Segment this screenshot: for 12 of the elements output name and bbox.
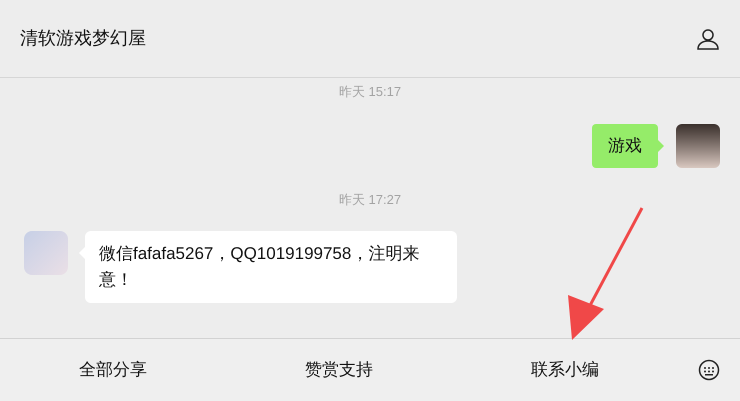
chat-title: 清软游戏梦幻屋: [20, 27, 146, 50]
person-icon[interactable]: [696, 26, 720, 50]
menu-button[interactable]: 全部分享: [0, 339, 226, 401]
timestamp: 昨天 17:27: [338, 190, 402, 208]
message-bubble: 游戏: [592, 124, 658, 168]
menu-button[interactable]: 赞赏支持: [226, 339, 452, 401]
menu-button[interactable]: 联系小编: [452, 339, 678, 401]
timestamp: 昨天 15:17: [338, 83, 402, 101]
avatar[interactable]: [676, 124, 720, 168]
keyboard-icon[interactable]: [698, 359, 720, 381]
bubble-tail: [658, 140, 664, 152]
message-bubble: 微信fafafa5267，QQ1019199758，注明来意！: [85, 231, 457, 303]
